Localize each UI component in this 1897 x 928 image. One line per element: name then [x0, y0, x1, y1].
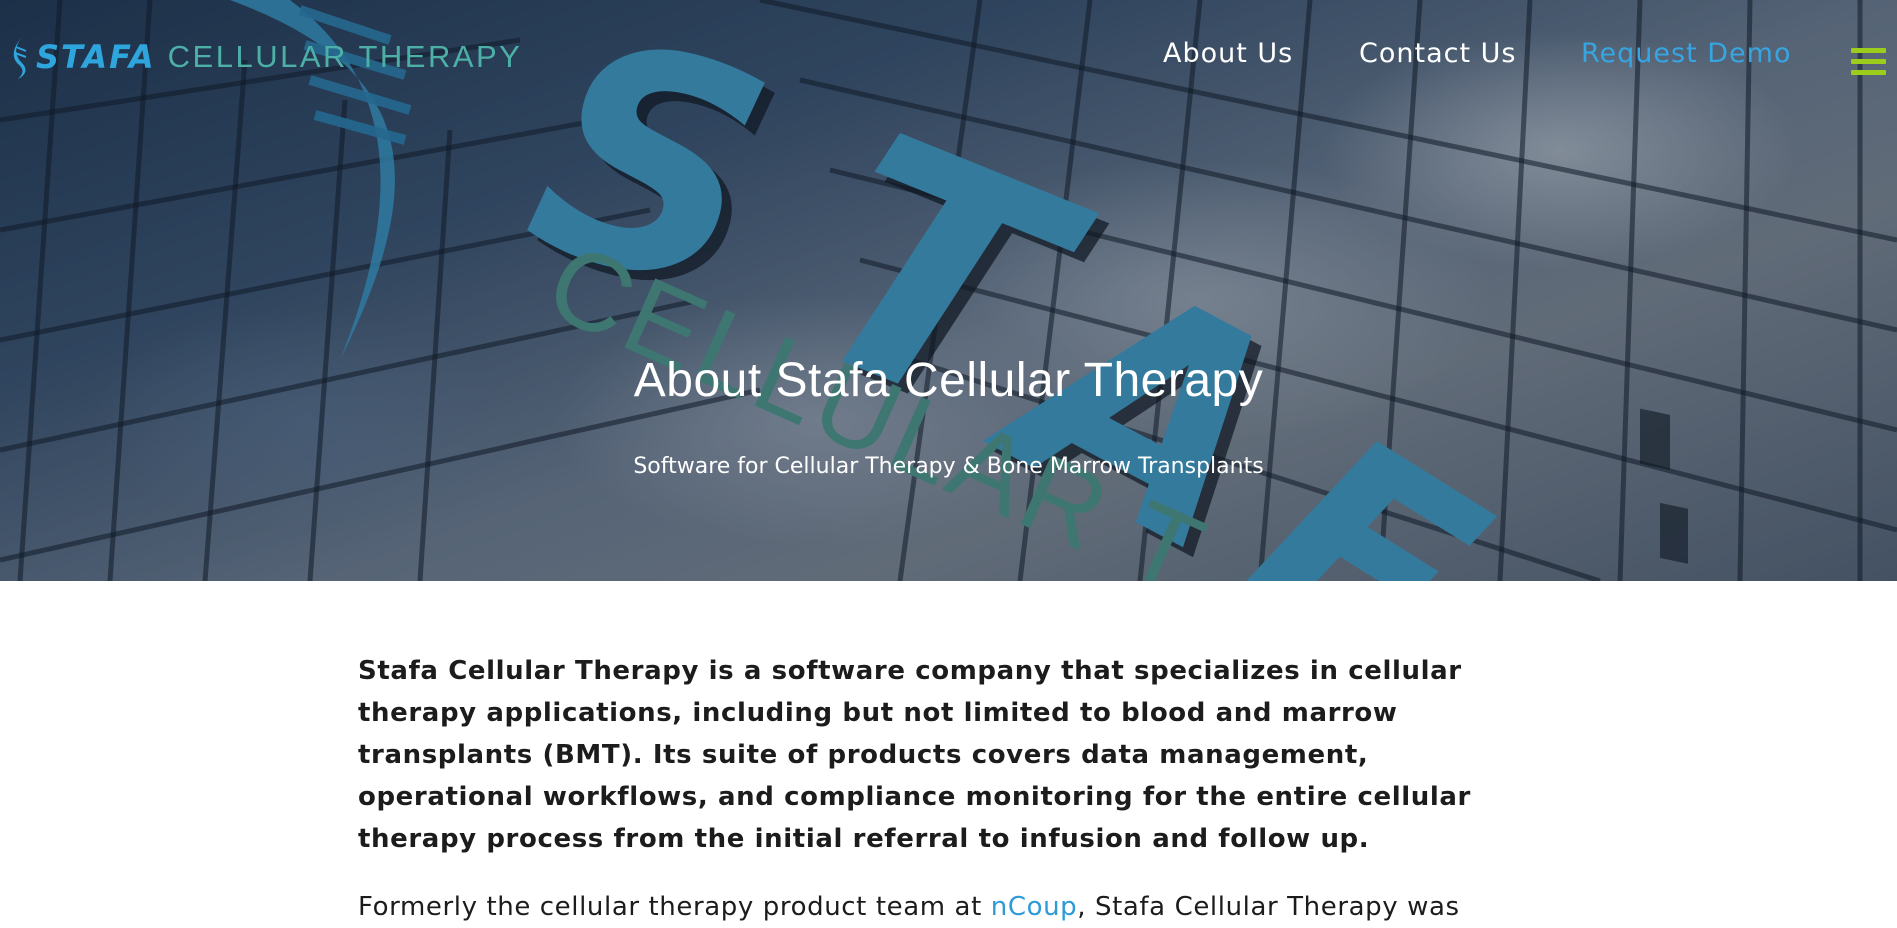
nav-link-about-us[interactable]: About Us	[1163, 38, 1293, 69]
hamburger-bar	[1851, 70, 1886, 75]
ncoup-link[interactable]: nCoup	[991, 892, 1078, 922]
hero-banner: S S T T A A F CELLULAR T STAFA CELLULAR …	[0, 0, 1897, 581]
nav-link-request-demo[interactable]: Request Demo	[1581, 38, 1791, 69]
nav-link-contact-us[interactable]: Contact Us	[1359, 38, 1516, 69]
history-text-prefix: Formerly the cellular therapy product te…	[358, 892, 991, 922]
hamburger-menu-icon[interactable]	[1851, 48, 1886, 75]
hero-dark-overlay	[0, 0, 1897, 581]
about-content: Stafa Cellular Therapy is a software com…	[358, 650, 1558, 928]
history-paragraph: Formerly the cellular therapy product te…	[358, 886, 1558, 928]
intro-paragraph: Stafa Cellular Therapy is a software com…	[358, 656, 1471, 854]
dna-helix-icon	[13, 35, 27, 79]
history-text-suffix: , Stafa Cellular Therapy was	[1077, 892, 1460, 922]
brand-logo-link[interactable]: STAFA CELLULAR THERAPY	[12, 33, 522, 81]
brand-name-light: CELLULAR THERAPY	[167, 39, 523, 74]
hamburger-bar	[1851, 59, 1886, 64]
hamburger-bar	[1851, 48, 1886, 53]
brand-name-strong: STAFA	[36, 38, 156, 76]
page-title: About Stafa Cellular Therapy	[633, 354, 1264, 407]
page-subtitle: Software for Cellular Therapy & Bone Mar…	[633, 454, 1264, 479]
